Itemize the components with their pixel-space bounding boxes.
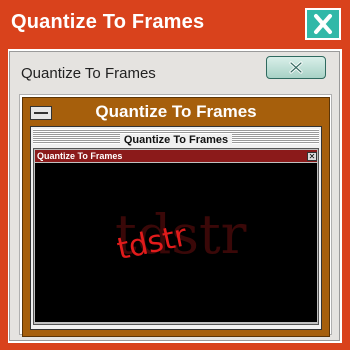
system-menu-icon[interactable] — [30, 106, 52, 120]
close-icon — [314, 14, 332, 34]
second-window-title: Quantize To Frames — [21, 65, 156, 82]
third-window: Quantize To Frames Quantize To Frames Qu… — [22, 97, 330, 337]
close-icon: ✕ — [308, 152, 316, 161]
outer-window-title: Quantize To Frames — [11, 11, 205, 33]
second-close-button[interactable] — [266, 56, 326, 79]
fourth-window-titlebar: Quantize To Frames — [33, 129, 319, 146]
inner-window-title: Quantize To Frames — [37, 151, 123, 161]
inner-window-content: tdstr tdstr — [35, 163, 317, 322]
outer-close-button[interactable] — [305, 8, 341, 40]
fourth-window: Quantize To Frames Quantize To Frames ✕ … — [30, 126, 322, 330]
fourth-window-title: Quantize To Frames — [119, 134, 233, 146]
inner-window-titlebar: Quantize To Frames ✕ — [35, 150, 317, 162]
inner-window: Quantize To Frames ✕ tdstr tdstr — [33, 148, 319, 325]
inner-close-button[interactable]: ✕ — [307, 152, 317, 161]
close-icon — [289, 61, 303, 74]
third-window-title: Quantize To Frames — [95, 102, 257, 121]
